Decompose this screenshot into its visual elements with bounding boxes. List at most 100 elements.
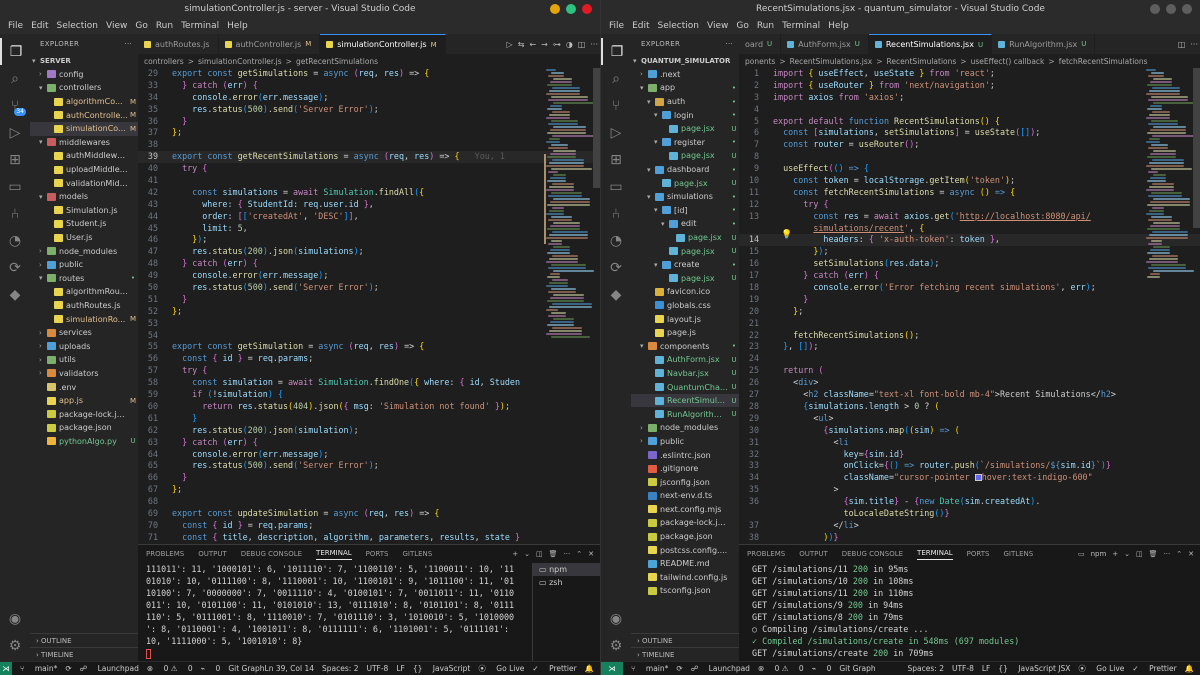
tab-gitlens[interactable]: GITLENS [1003,550,1033,558]
git-graph-icon[interactable]: ⑃ [601,200,631,227]
tree-item[interactable]: tsconfig.json [631,584,739,598]
close-panel-icon[interactable]: ✕ [1188,550,1194,558]
code-line[interactable]: 39 export const getRecentSimulations = as… [138,151,600,164]
encoding-status[interactable]: UTF-8 [366,664,388,673]
tree-item[interactable]: README.md [631,557,739,571]
source-control-icon[interactable]: ⑂ 34 [0,92,30,119]
code-line[interactable]: 34 className="cursor-pointer hover:text-… [739,472,1200,484]
launchpad-status[interactable]: ☍ Launchpad [691,664,750,673]
tab-output[interactable]: OUTPUT [799,550,828,558]
menu-view[interactable]: View [102,21,131,31]
accounts-icon[interactable]: ◉ [0,605,30,632]
live-share-icon[interactable]: ⟳ [0,254,30,281]
menu-go[interactable]: Go [732,21,752,31]
tree-item[interactable]: authControlle... M [30,108,138,122]
code-line[interactable]: 68 [138,496,600,508]
tree-item[interactable]: page.jsx U [631,272,739,286]
tab-terminal[interactable]: TERMINAL [917,549,953,560]
split-terminal-icon[interactable]: ◫ [1136,550,1143,558]
code-line[interactable]: 14 headers: { 'x-auth-token': token }, [739,234,1200,247]
code-line[interactable]: 12 try { [739,199,1200,211]
menu-terminal[interactable]: Terminal [177,21,223,31]
code-line[interactable]: toLocaleDateString()} [739,508,1200,520]
terminal-item-npm[interactable]: ▭ npm [533,563,600,576]
breadcrumb-component[interactable]: RecentSimulations [887,57,957,66]
outline-section[interactable]: › OUTLINE [30,633,138,647]
code-line[interactable]: 37 </li> [739,520,1200,532]
language-mode[interactable]: {} JavaScript JSX [998,664,1070,673]
tree-item[interactable]: package-lock.json [631,516,739,530]
gitlens-icon[interactable]: ◔ [0,227,30,254]
indentation-status[interactable]: Spaces: 2 [322,664,358,673]
split-editor-icon[interactable]: ◫ [578,40,586,49]
maximize-panel-icon[interactable]: ⌃ [1176,550,1182,558]
code-line[interactable]: 53 [138,318,600,330]
code-line[interactable]: 19 } [739,294,1200,306]
eol-status[interactable]: LF [396,664,405,673]
run-icon[interactable]: ▷ [507,40,513,49]
menu-run[interactable]: Run [152,21,177,31]
code-line[interactable]: 60 return res.status(404).json({ msg: 'S… [138,401,600,413]
tree-item[interactable]: package-lock.json [30,407,138,421]
terminal-output[interactable]: 111011': 11, '1000101': 6, '1011110': 7,… [138,563,528,659]
code-line[interactable]: 27 <h2 className="text-xl font-bold mb-4… [739,389,1200,401]
tree-item[interactable]: page.jsx U [631,122,739,136]
code-line[interactable]: 10 const token = localStorage.getItem('t… [739,175,1200,187]
code-line[interactable]: 16 setSimulations(res.data); [739,258,1200,270]
tree-item[interactable]: next.config.mjs [631,503,739,517]
language-mode[interactable]: {} JavaScript [413,664,471,673]
breadcrumb-symbol[interactable]: getRecentSimulations [296,57,378,66]
tab-ports[interactable]: PORTS [366,550,389,558]
ports-status[interactable]: ⌁ 0 [812,664,832,673]
tree-item[interactable]: next-env.d.ts [631,489,739,503]
breadcrumb-file[interactable]: simulationController.js [198,57,282,66]
code-line[interactable]: 36 } [138,116,600,128]
chevron-down-icon[interactable]: ⌄ [1124,550,1130,558]
code-line[interactable]: 11 const fetchRecentSimulations = async … [739,187,1200,199]
close-button[interactable] [1182,4,1192,14]
close-button[interactable] [582,4,592,14]
git-graph-status[interactable]: Git Graph [839,664,875,673]
code-line[interactable]: 30 {simulations.map((sim) => ( [739,425,1200,437]
tree-item[interactable]: ▾ routes • [30,272,138,286]
tree-item[interactable]: ▾ simulations • [631,190,739,204]
code-line[interactable]: 22 fetchRecentSimulations(); [739,330,1200,342]
launchpad-status[interactable]: ☍ Launchpad [80,664,139,673]
menu-selection[interactable]: Selection [654,21,703,31]
code-line[interactable]: 25 return ( [739,365,1200,377]
code-line[interactable]: 63 } catch (err) { [138,437,600,449]
menu-file[interactable]: File [4,21,27,31]
tree-item[interactable]: User.js [30,231,138,245]
minimize-button[interactable] [550,4,560,14]
branch-status[interactable]: ⑂ main* [20,664,57,673]
code-line[interactable]: 6 const [simulations, setSimulations] = … [739,127,1200,139]
previous-change-icon[interactable]: ← [529,40,536,49]
tree-item[interactable]: ▾ models [30,190,138,204]
code-line[interactable]: 3 import axios from 'axios'; [739,92,1200,104]
go-live-button[interactable]: ⦿ Go Live [478,663,524,674]
menu-edit[interactable]: Edit [27,21,52,31]
tab-authcontroller[interactable]: authController.js M [219,34,321,54]
terminal-name[interactable]: npm [1091,550,1107,558]
breadcrumb-callback[interactable]: useEffect() callback [971,57,1045,66]
tree-item[interactable]: › services [30,326,138,340]
tab-terminal[interactable]: TERMINAL [316,549,352,560]
tree-item[interactable]: ▾ components • [631,339,739,353]
tree-item[interactable]: globals.css [631,299,739,313]
cursor-position[interactable]: Ln 39, Col 14 [265,664,314,673]
tree-item[interactable]: ▾ dashboard • [631,163,739,177]
live-share-icon[interactable]: ⟳ [601,254,631,281]
more-actions-icon[interactable]: ··· [1190,40,1198,49]
code-line[interactable]: 13 const res = await axios.get('http://l… [739,211,1200,223]
code-line[interactable]: 34 console.error(err.message); [138,92,600,104]
code-line[interactable]: 47 res.status(200).json(simulations); [138,246,600,258]
code-line[interactable]: 67}; [138,484,600,496]
more-actions-icon[interactable]: ··· [124,40,132,48]
code-line[interactable]: 24 [739,353,1200,365]
code-line[interactable]: 21 [739,318,1200,330]
code-line[interactable]: 26 <div> [739,377,1200,389]
tab-problems[interactable]: PROBLEMS [146,550,184,558]
code-line[interactable]: 56 const { id } = req.params; [138,353,600,365]
go-live-button[interactable]: ⦿ Go Live [1078,663,1124,674]
notifications-bell-icon[interactable]: 🔔 [585,664,594,673]
